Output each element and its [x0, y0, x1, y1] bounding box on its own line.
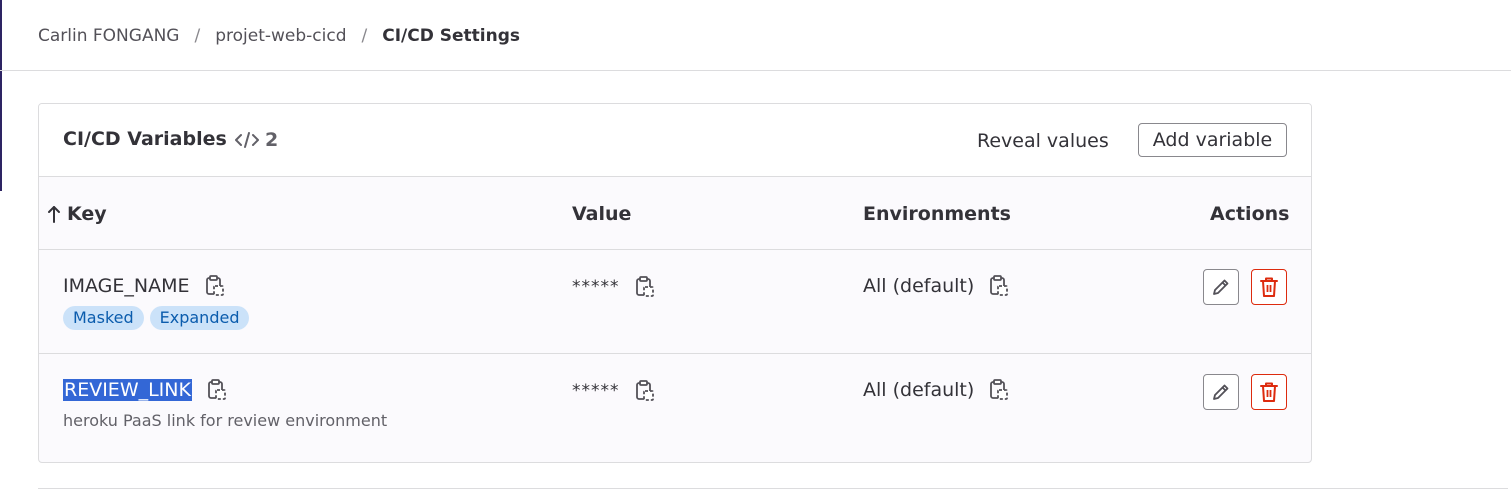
variable-environment: All (default) — [863, 275, 975, 297]
trash-icon — [1260, 382, 1278, 402]
column-header-key[interactable]: Key — [47, 203, 107, 225]
value-cell: ***** — [572, 275, 656, 299]
variable-count: 2 — [235, 129, 278, 151]
key-cell: IMAGE_NAME — [63, 274, 226, 298]
variable-value: ***** — [572, 277, 620, 297]
breadcrumb-current[interactable]: CI/CD Settings — [382, 26, 520, 46]
top-bar: Carlin FONGANG / projet-web-cicd / CI/CD… — [0, 0, 1511, 71]
copy-key-icon[interactable] — [206, 378, 228, 402]
edit-button[interactable] — [1203, 374, 1239, 410]
delete-button[interactable] — [1251, 269, 1287, 305]
variable-description: heroku PaaS link for review environment — [63, 411, 388, 430]
breadcrumb-separator: / — [194, 26, 201, 46]
variable-key: IMAGE_NAME — [63, 275, 190, 297]
copy-value-icon[interactable] — [634, 379, 656, 403]
bottom-divider — [38, 488, 1508, 489]
environment-cell: All (default) — [863, 378, 1010, 402]
table-header: Key Value Environments Actions — [39, 177, 1311, 250]
breadcrumb-separator: / — [361, 26, 368, 46]
count-value: 2 — [265, 129, 279, 151]
code-icon — [235, 132, 259, 148]
variables-card: CI/CD Variables 2 Reveal values Add vari… — [38, 103, 1312, 463]
delete-button[interactable] — [1251, 374, 1287, 410]
card-header: CI/CD Variables 2 Reveal values Add vari… — [39, 104, 1311, 177]
card-title: CI/CD Variables — [63, 128, 227, 150]
pencil-icon — [1213, 279, 1229, 295]
table-row: REVIEW_LINK heroku PaaS link for review … — [39, 354, 1311, 462]
environment-cell: All (default) — [863, 274, 1010, 298]
key-cell: REVIEW_LINK — [63, 378, 228, 402]
column-header-key-label: Key — [67, 203, 107, 225]
variable-badges: Masked Expanded — [63, 306, 250, 330]
copy-environment-icon[interactable] — [988, 274, 1010, 298]
column-header-actions: Actions — [1210, 203, 1290, 225]
pencil-icon — [1213, 384, 1229, 400]
arrow-up-icon — [48, 206, 60, 223]
variable-value: ***** — [572, 381, 620, 401]
column-header-environments: Environments — [863, 203, 1011, 225]
breadcrumb-project[interactable]: projet-web-cicd — [215, 26, 346, 46]
expanded-badge: Expanded — [149, 306, 250, 330]
add-variable-button[interactable]: Add variable — [1138, 123, 1287, 157]
breadcrumb: Carlin FONGANG / projet-web-cicd / CI/CD… — [38, 24, 520, 48]
trash-icon — [1260, 277, 1278, 297]
value-cell: ***** — [572, 379, 656, 403]
copy-key-icon[interactable] — [204, 274, 226, 298]
reveal-values-button[interactable]: Reveal values — [967, 126, 1119, 156]
copy-value-icon[interactable] — [634, 275, 656, 299]
variable-key: REVIEW_LINK — [63, 379, 192, 401]
table-row: IMAGE_NAME Masked Expanded ***** All (de… — [39, 250, 1311, 354]
copy-environment-icon[interactable] — [988, 378, 1010, 402]
breadcrumb-user[interactable]: Carlin FONGANG — [38, 26, 179, 46]
edit-button[interactable] — [1203, 269, 1239, 305]
variable-environment: All (default) — [863, 379, 975, 401]
masked-badge: Masked — [63, 306, 144, 330]
column-header-value: Value — [572, 203, 632, 225]
